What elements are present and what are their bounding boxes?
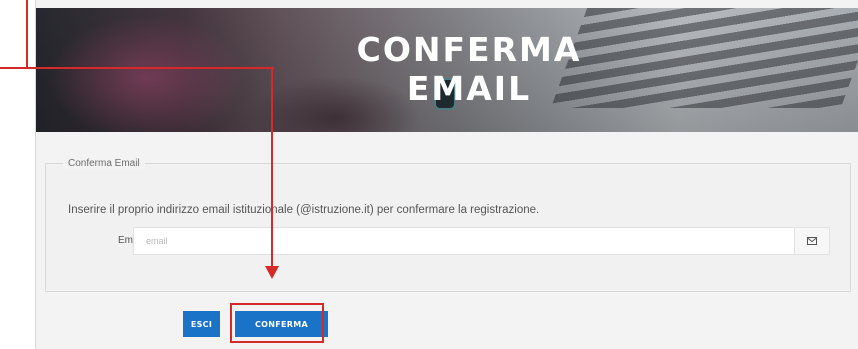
annotation-line-vertical bbox=[271, 67, 273, 268]
page-frame: CONFERMA EMAIL Conferma Email Inserire i… bbox=[35, 0, 858, 349]
fieldset-legend: Conferma Email bbox=[63, 158, 145, 169]
annotation-highlight-box bbox=[230, 303, 324, 343]
hero-banner: CONFERMA EMAIL bbox=[36, 8, 858, 132]
esci-button[interactable]: ESCI bbox=[183, 311, 220, 337]
annotation-line-horizontal bbox=[0, 67, 274, 69]
annotation-line-vertical-top bbox=[26, 0, 28, 69]
instructions-text: Inserire il proprio indirizzo email isti… bbox=[68, 204, 540, 216]
annotation-arrowhead bbox=[265, 266, 279, 279]
page-title: CONFERMA EMAIL bbox=[356, 30, 582, 108]
email-addon bbox=[794, 227, 830, 255]
email-input[interactable] bbox=[133, 227, 795, 255]
envelope-icon bbox=[807, 237, 817, 245]
